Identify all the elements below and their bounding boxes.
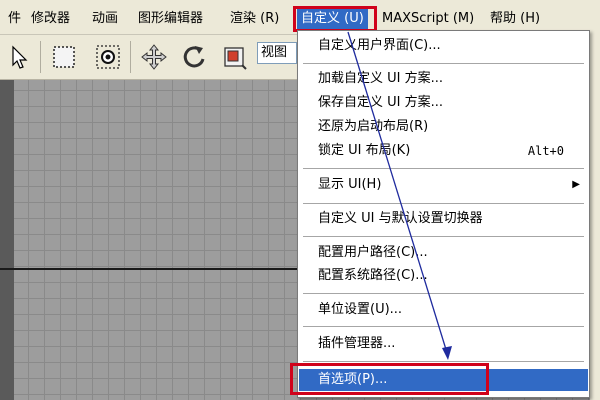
circle-select-icon	[96, 45, 120, 69]
menu-item-customize-ui[interactable]: 自定义用户界面(C)...	[299, 35, 588, 57]
menu-separator	[303, 203, 584, 205]
menu-separator	[303, 168, 584, 170]
menu-item-label: 配置用户路径(C)...	[318, 245, 428, 260]
menu-item-configure-system-paths[interactable]: 配置系统路径(C)...	[299, 265, 588, 287]
rotate-icon	[183, 46, 205, 68]
menu-graph-editors[interactable]: 图形编辑器	[138, 10, 203, 28]
menu-item-label: 锁定 UI 布局(K)	[318, 143, 411, 158]
menu-separator	[303, 236, 584, 238]
menu-item-units-setup[interactable]: 单位设置(U)...	[299, 299, 588, 321]
menu-separator	[303, 326, 584, 328]
rect-select-button[interactable]	[48, 41, 80, 73]
menu-item-load-ui-scheme[interactable]: 加载自定义 UI 方案...	[299, 68, 588, 90]
submenu-arrow-icon: ▶	[572, 179, 580, 190]
menu-item-ui-defaults-switcher[interactable]: 自定义 UI 与默认设置切换器	[299, 208, 588, 230]
move-icon	[141, 44, 167, 70]
menu-file[interactable]: 件	[8, 10, 21, 28]
menu-item-label: 配置系统路径(C)...	[318, 268, 428, 283]
menu-item-label: 显示 UI(H)	[318, 177, 382, 192]
right-panel-edge	[590, 30, 600, 400]
menu-animation[interactable]: 动画	[92, 10, 118, 28]
move-button[interactable]	[138, 41, 170, 73]
menu-maxscript[interactable]: MAXScript (M)	[382, 10, 474, 28]
menu-item-label: 保存自定义 UI 方案...	[318, 95, 444, 110]
menu-separator	[303, 293, 584, 295]
customize-dropdown-menu: 自定义用户界面(C)... 加载自定义 UI 方案... 保存自定义 UI 方案…	[297, 30, 590, 398]
preferences-annotation-box	[290, 363, 489, 395]
menu-item-plugin-manager[interactable]: 插件管理器...	[299, 333, 588, 355]
menu-item-label: 加载自定义 UI 方案...	[318, 71, 444, 86]
menu-rendering[interactable]: 渲染 (R)	[230, 10, 279, 28]
menu-item-label: 自定义 UI 与默认设置切换器	[318, 211, 483, 226]
menu-item-label: 还原为启动布局(R)	[318, 119, 429, 134]
scale-button[interactable]	[218, 41, 250, 73]
menu-item-label: 自定义用户界面(C)...	[318, 38, 441, 53]
menu-item-configure-user-paths[interactable]: 配置用户路径(C)...	[299, 242, 588, 264]
menu-item-label: 插件管理器...	[318, 336, 396, 351]
scale-icon	[224, 47, 247, 70]
rotate-button[interactable]	[178, 41, 210, 73]
menu-item-shortcut: Alt+0	[527, 144, 564, 158]
menu-item-lock-ui-layout[interactable]: 锁定 UI 布局(K) Alt+0	[299, 140, 588, 162]
menu-separator	[303, 63, 584, 65]
viewport-left-border	[0, 80, 14, 400]
menu-modifiers[interactable]: 修改器	[31, 10, 70, 28]
menu-help[interactable]: 帮助 (H)	[490, 10, 540, 28]
menu-item-label: 单位设置(U)...	[318, 302, 403, 317]
menu-item-show-ui[interactable]: 显示 UI(H) ▶	[299, 174, 588, 196]
menu-item-revert-startup-layout[interactable]: 还原为启动布局(R)	[299, 116, 588, 138]
rect-select-icon	[53, 46, 75, 68]
reference-coordinate-dropdown[interactable]: 视图	[257, 42, 297, 64]
menu-item-save-ui-scheme[interactable]: 保存自定义 UI 方案...	[299, 92, 588, 114]
cursor-arrow-icon	[12, 45, 28, 69]
circle-select-button[interactable]	[92, 41, 124, 73]
customize-menu-annotation-box	[293, 6, 377, 32]
select-object-button[interactable]	[2, 41, 34, 73]
